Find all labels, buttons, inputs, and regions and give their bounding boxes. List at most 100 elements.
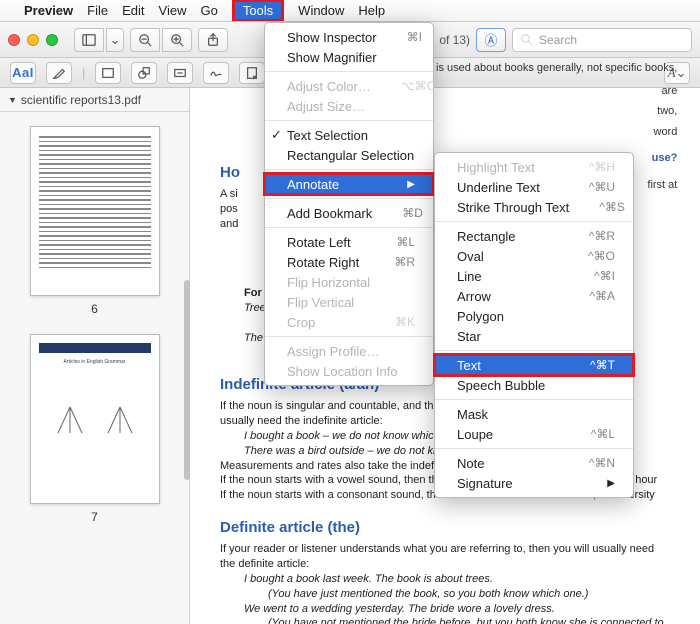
menu-item-show-inspector[interactable]: Show Inspector⌘I bbox=[265, 27, 433, 47]
menu-file[interactable]: File bbox=[87, 3, 108, 18]
menu-item-text[interactable]: Text^⌘T bbox=[435, 355, 633, 375]
menu-item-mask[interactable]: Mask bbox=[435, 404, 633, 424]
menu-shortcut: ⌘D bbox=[372, 206, 423, 220]
menu-item-oval[interactable]: Oval^⌘O bbox=[435, 246, 633, 266]
diagram-icon bbox=[50, 405, 90, 435]
menu-item-label: Rotate Right bbox=[287, 255, 359, 270]
body-text: I bought a book last week. The book is a… bbox=[244, 572, 670, 587]
menu-item-polygon[interactable]: Polygon bbox=[435, 306, 633, 326]
menu-item-label: Crop bbox=[287, 315, 315, 330]
zoom-button[interactable] bbox=[46, 34, 58, 46]
menu-item-label: Rectangular Selection bbox=[287, 148, 414, 163]
highlight-tool[interactable] bbox=[46, 62, 72, 84]
menu-edit[interactable]: Edit bbox=[122, 3, 144, 18]
menu-item-star[interactable]: Star bbox=[435, 326, 633, 346]
menu-shortcut: ⌘I bbox=[377, 30, 422, 44]
menu-item-label: Text Selection bbox=[287, 128, 368, 143]
highlighter-icon bbox=[52, 66, 66, 80]
menu-item-adjust-size-: Adjust Size… bbox=[265, 96, 433, 116]
menu-item-rotate-left[interactable]: Rotate Left ⌘L bbox=[265, 232, 433, 252]
menu-shortcut: ⌘R bbox=[364, 255, 415, 269]
menu-item-label: Adjust Size… bbox=[287, 99, 365, 114]
menu-item-show-magnifier[interactable]: Show Magnifier bbox=[265, 47, 433, 67]
menu-shortcut: ^⌘L bbox=[561, 427, 615, 441]
menu-item-label: Mask bbox=[457, 407, 488, 422]
markup-button[interactable]: Ⓐ bbox=[476, 28, 506, 52]
menu-shortcut: ^⌘T bbox=[560, 358, 615, 372]
thumbnail[interactable]: 6 bbox=[30, 126, 160, 316]
menu-item-label: Star bbox=[457, 329, 481, 344]
rect-tool[interactable] bbox=[95, 62, 121, 84]
minimize-button[interactable] bbox=[27, 34, 39, 46]
menu-tools[interactable]: Tools bbox=[235, 2, 281, 19]
sidebar-icon bbox=[82, 33, 96, 47]
text-tool[interactable] bbox=[167, 62, 193, 84]
menu-help[interactable]: Help bbox=[358, 3, 385, 18]
menu-item-strike-through-text[interactable]: Strike Through Text^⌘S bbox=[435, 197, 633, 217]
share-button[interactable] bbox=[198, 28, 228, 52]
page-counter: of 13) bbox=[439, 33, 470, 47]
shapes-tool[interactable] bbox=[131, 62, 157, 84]
menu-item-label: Add Bookmark bbox=[287, 206, 372, 221]
sign-tool[interactable] bbox=[203, 62, 229, 84]
menu-item-label: Polygon bbox=[457, 309, 504, 324]
tools-menu: Show Inspector⌘IShow MagnifierAdjust Col… bbox=[264, 22, 434, 386]
sidebar-menu[interactable]: ⌄ bbox=[106, 28, 124, 52]
menu-item-rotate-right[interactable]: Rotate Right ⌘R bbox=[265, 252, 433, 272]
page-thumb-6[interactable] bbox=[30, 126, 160, 296]
menu-item-adjust-color-: Adjust Color…⌥⌘C bbox=[265, 76, 433, 96]
menu-shortcut: ⌘L bbox=[366, 235, 415, 249]
menu-item-add-bookmark[interactable]: Add Bookmark⌘D bbox=[265, 203, 433, 223]
thumbnail-list[interactable]: 6 Articles in English Grammar 7 bbox=[0, 112, 189, 624]
thumbnail[interactable]: Articles in English Grammar 7 bbox=[30, 334, 160, 524]
search-placeholder: Search bbox=[539, 33, 577, 47]
textbox-icon bbox=[173, 66, 187, 80]
zoom-out-icon bbox=[138, 33, 152, 47]
menu-item-line[interactable]: Line^⌘I bbox=[435, 266, 633, 286]
menu-go[interactable]: Go bbox=[200, 3, 217, 18]
menu-item-note[interactable]: Note^⌘N bbox=[435, 453, 633, 473]
zoom-out-button[interactable] bbox=[130, 28, 160, 52]
annotate-submenu: Highlight Text^⌘HUnderline Text^⌘UStrike… bbox=[434, 152, 634, 498]
menu-shortcut: ^⌘A bbox=[559, 289, 615, 303]
rect-icon bbox=[101, 66, 115, 80]
zoom-in-icon bbox=[170, 33, 184, 47]
submenu-arrow-icon: ▶ bbox=[377, 179, 415, 190]
sidebar-toggle[interactable] bbox=[74, 28, 104, 52]
thumb-page-number: 6 bbox=[91, 302, 98, 316]
menu-item-rectangle[interactable]: Rectangle^⌘R bbox=[435, 226, 633, 246]
submenu-arrow-icon: ▶ bbox=[577, 478, 615, 489]
menu-item-speech-bubble[interactable]: Speech Bubble bbox=[435, 375, 633, 395]
menu-item-label: Show Magnifier bbox=[287, 50, 377, 65]
menu-item-signature[interactable]: Signature ▶ bbox=[435, 473, 633, 493]
text-style-button[interactable]: AaI bbox=[10, 62, 36, 84]
menu-item-label: Show Inspector bbox=[287, 30, 377, 45]
zoom-in-button[interactable] bbox=[162, 28, 192, 52]
menu-item-label: Signature bbox=[457, 476, 513, 491]
menu-shortcut: ^⌘R bbox=[559, 229, 615, 243]
page-thumb-7[interactable]: Articles in English Grammar bbox=[30, 334, 160, 504]
disclosure-triangle-icon: ▼ bbox=[8, 95, 17, 105]
app-name[interactable]: Preview bbox=[24, 3, 73, 18]
menu-shortcut: ^⌘O bbox=[558, 249, 615, 263]
menu-view[interactable]: View bbox=[159, 3, 187, 18]
menu-item-label: Strike Through Text bbox=[457, 200, 569, 215]
close-button[interactable] bbox=[8, 34, 20, 46]
thumb-page-number: 7 bbox=[91, 510, 98, 524]
menu-item-annotate[interactable]: Annotate▶ bbox=[265, 174, 433, 194]
note-tool[interactable] bbox=[239, 62, 265, 84]
menu-item-loupe[interactable]: Loupe^⌘L bbox=[435, 424, 633, 444]
menu-item-text-selection[interactable]: ✓Text Selection bbox=[265, 125, 433, 145]
menu-item-arrow[interactable]: Arrow^⌘A bbox=[435, 286, 633, 306]
share-icon bbox=[206, 33, 220, 47]
menu-item-label: Rotate Left bbox=[287, 235, 351, 250]
document-title-row[interactable]: ▼ scientific reports13.pdf bbox=[0, 88, 189, 112]
search-field[interactable]: Search bbox=[512, 28, 692, 52]
menu-item-rectangular-selection[interactable]: Rectangular Selection bbox=[265, 145, 433, 165]
menu-shortcut: ^⌘I bbox=[564, 269, 615, 283]
sidebar-scrollbar[interactable] bbox=[184, 280, 190, 480]
heading: Definite article (the) bbox=[220, 519, 670, 536]
menu-window[interactable]: Window bbox=[298, 3, 344, 18]
menu-item-label: Note bbox=[457, 456, 484, 471]
body-text: We went to a wedding yesterday. The brid… bbox=[244, 602, 670, 617]
